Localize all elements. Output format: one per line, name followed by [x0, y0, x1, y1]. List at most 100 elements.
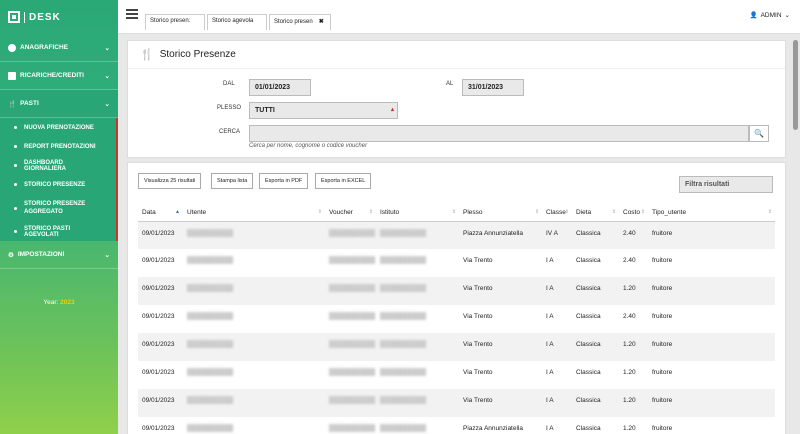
col-utente[interactable]: Utente ⇕	[183, 205, 325, 222]
table-cell-istituto: ██████████	[376, 277, 459, 305]
sort-icon: ⇕	[640, 209, 645, 215]
print-button[interactable]: Stampa lista	[211, 173, 254, 189]
table-row[interactable]: 09/01/2023 ██████████ ██████████ ██████████…	[138, 389, 775, 417]
admin-label: ADMIN	[760, 11, 782, 19]
sort-icon: ⇕	[317, 209, 322, 215]
page-title: 🍴 Storico Presenze	[128, 41, 785, 69]
table-row[interactable]: 09/01/2023 ██████████ ██████████ ██████████…	[138, 305, 775, 333]
table-cell-utente: ██████████	[183, 305, 325, 333]
col-costo[interactable]: Costo ⇕	[619, 205, 648, 222]
plesso-value: TUTTI	[255, 107, 275, 114]
al-input[interactable]: 31/01/2023	[462, 79, 524, 96]
user-menu[interactable]: 👤 ADMIN ⌄	[750, 11, 791, 20]
dal-label: DAL	[223, 81, 235, 87]
table-cell-plesso: Via Trento	[459, 333, 542, 361]
col-classe[interactable]: Classe ⇕	[542, 205, 572, 222]
table-row[interactable]: 09/01/2023 ██████████ ██████████ ██████████…	[138, 249, 775, 277]
redacted-text: ██████████	[187, 369, 234, 376]
table-cell-istituto: ██████████	[376, 305, 459, 333]
year-indicator: Year: 2023	[0, 299, 118, 306]
table-cell-data: 09/01/2023	[142, 425, 175, 432]
sidebar: DESK ANAGRAFICHE ⌄ RICARICHE/CREDITI ⌄ 🍴…	[0, 0, 118, 434]
redacted-text: ██████████	[329, 369, 376, 376]
close-icon[interactable]: ✖	[319, 19, 324, 25]
redacted-text: ██████████	[329, 229, 376, 237]
table-row[interactable]: 09/01/2023 ██████████ ██████████ ██████████…	[138, 277, 775, 305]
table-cell-tipo-utente: fruitore	[652, 369, 673, 376]
sort-icon: ⇕	[564, 209, 569, 215]
tab-label: Storico presen:	[150, 18, 191, 24]
tab-2[interactable]: Storico agevola	[207, 14, 267, 30]
table-cell-istituto: ██████████	[376, 221, 459, 249]
table-cell-classe: I A	[546, 369, 554, 376]
nav-nuova-prenotazione[interactable]: NUOVA PRENOTAZIONE	[0, 118, 116, 137]
table-cell-data: 09/01/2023	[142, 369, 175, 376]
table-cell-data: 09/01/2023	[138, 333, 183, 361]
table-cell-plesso: Via Trento	[459, 389, 542, 417]
table-cell-istituto: ██████████	[376, 417, 459, 434]
col-istituto[interactable]: Istituto ⇕	[376, 205, 459, 222]
table-cell-istituto: ██████████	[376, 361, 459, 389]
col-voucher[interactable]: Voucher ⇕	[325, 205, 376, 222]
table-cell-classe: I A	[546, 313, 554, 320]
nav-storico-presenze-aggregato[interactable]: STORICO PRESENZE AGGREGATO	[0, 194, 116, 222]
nav-anagrafiche[interactable]: ANAGRAFICHE ⌄	[0, 34, 118, 62]
table-cell-costo: 2.40	[619, 221, 648, 249]
table-cell-dieta: Classica	[572, 389, 619, 417]
table-cell-costo: 1.20	[619, 277, 648, 305]
results-table: Data ▲ Utente ⇕ Voucher ⇕ Istituto ⇕ Plesso ⇕…	[138, 205, 775, 434]
nav-impostazioni[interactable]: ⚙ IMPOSTAZIONI ⌄	[0, 241, 118, 269]
table-cell-voucher: ██████████	[325, 277, 376, 305]
nav-dashboard-giornaliera[interactable]: DASHBOARD GIORNALIERA	[0, 156, 116, 175]
scrollbar[interactable]	[793, 40, 798, 130]
table-cell-classe: I A	[542, 333, 572, 361]
table-row[interactable]: 09/01/2023 ██████████ ██████████ ██████████…	[138, 333, 775, 361]
export-excel-button[interactable]: Esporta in EXCEL	[315, 173, 372, 189]
table-cell-data: 09/01/2023	[138, 389, 183, 417]
menu-icon[interactable]	[126, 9, 138, 19]
dal-input[interactable]: 01/01/2023	[249, 79, 311, 96]
logo[interactable]: DESK	[0, 0, 118, 34]
nav-ricariche[interactable]: RICARICHE/CREDITI ⌄	[0, 62, 118, 90]
table-cell-utente: ██████████	[183, 221, 325, 249]
table-cell-plesso: Via Trento	[463, 369, 493, 376]
tab-1[interactable]: Storico presen:	[145, 14, 205, 30]
redacted-text: ██████████	[329, 397, 376, 404]
redacted-text: ██████████	[329, 285, 376, 292]
filter-input[interactable]: Filtra risultati	[679, 176, 773, 193]
search-hint: Cerca per nome, cognome o codice voucher	[249, 143, 368, 149]
table-row[interactable]: 09/01/2023 ██████████ ██████████ ██████████…	[138, 361, 775, 389]
table-row[interactable]: 09/01/2023 ██████████ ██████████ ██████████…	[138, 417, 775, 434]
plesso-select[interactable]: TUTTI ▴	[249, 102, 398, 119]
table-row[interactable]: 09/01/2023 ██████████ ██████████ ██████████…	[138, 221, 775, 249]
cerca-label: CERCA	[219, 129, 241, 135]
sort-icon: ⇕	[451, 209, 456, 215]
col-data[interactable]: Data ▲	[138, 205, 183, 222]
search-icon: 🔍	[754, 129, 764, 138]
select-arrows-icon: ▴	[390, 107, 394, 113]
nav-pasti[interactable]: 🍴 PASTI ⌄	[0, 90, 118, 118]
nav-report-prenotazioni[interactable]: REPORT PRENOTAZIONI	[0, 137, 116, 156]
redacted-text: ██████████	[380, 257, 427, 264]
qr-icon	[8, 11, 20, 23]
table-cell-data: 09/01/2023	[142, 257, 175, 264]
export-pdf-button[interactable]: Esporta in PDF	[259, 173, 309, 189]
nav-storico-presenze[interactable]: STORICO PRESENZE	[0, 175, 116, 194]
search-button[interactable]: 🔍	[749, 125, 769, 142]
col-label: Classe	[546, 209, 566, 217]
table-cell-dieta: Classica	[576, 369, 601, 376]
table-cell-istituto: ██████████	[376, 389, 459, 417]
col-label: Data	[142, 209, 156, 217]
table-cell-tipo-utente: fruitore	[652, 425, 673, 432]
redacted-text: ██████████	[187, 257, 234, 264]
tab-3-active[interactable]: Storico presen ✖	[269, 14, 331, 30]
nav-storico-pasti-agevolati[interactable]: STORICO PASTI AGEVOLATI	[0, 222, 116, 241]
chevron-down-icon: ⌄	[784, 12, 790, 19]
show-25-button[interactable]: Visualizza 25 risultati	[138, 173, 202, 189]
col-label: Utente	[187, 209, 207, 217]
col-plesso[interactable]: Plesso ⇕	[459, 205, 542, 222]
table-cell-costo: 2.40	[623, 257, 636, 264]
col-tipo-utente[interactable]: Tipo_utente ⇕	[648, 205, 775, 222]
col-dieta[interactable]: Dieta ⇕	[572, 205, 619, 222]
search-input[interactable]	[249, 125, 749, 142]
